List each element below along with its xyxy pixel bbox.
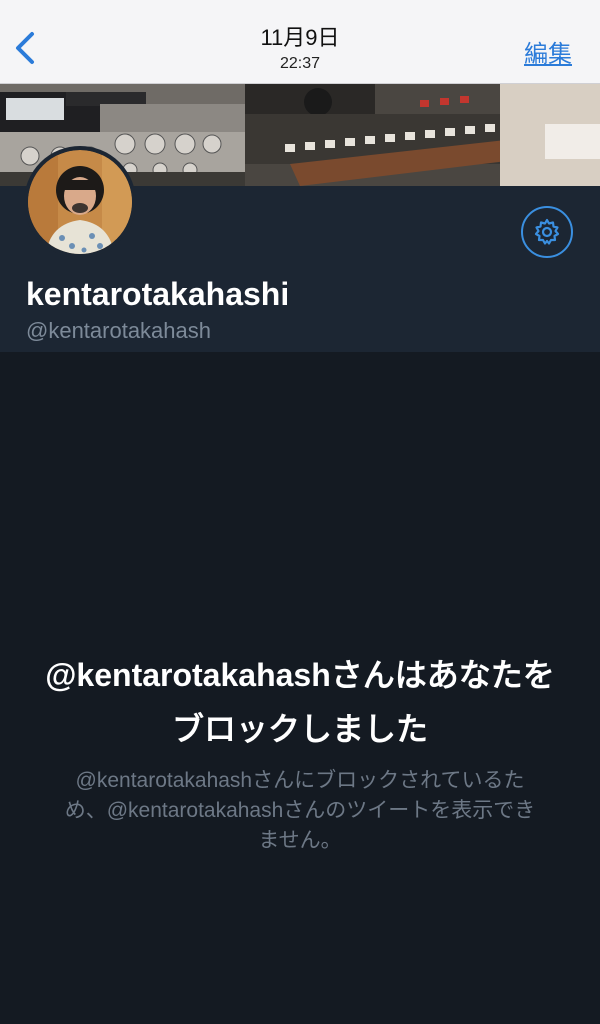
- settings-button[interactable]: [521, 206, 573, 258]
- blocked-title: @kentarotakahashさんはあなたをブロックしました: [45, 657, 555, 747]
- edit-button[interactable]: 編集: [524, 34, 572, 69]
- nav-date: 11月9日: [260, 25, 340, 50]
- nav-time: 22:37: [279, 55, 321, 72]
- blocked-message-area: @kentarotakahashさんはあなたをブロックしました @kentaro…: [0, 352, 600, 1024]
- avatar[interactable]: [24, 146, 136, 258]
- profile-display-name: kentarotakahashi: [26, 276, 290, 312]
- gear-icon: [534, 218, 560, 245]
- blocked-description: @kentarotakahashさんにブロックされているため、@kentarot…: [64, 769, 536, 852]
- top-navigation-bar: 11月9日 22:37 編集: [0, 0, 600, 84]
- profile-handle: @kentarotakahash: [26, 318, 212, 343]
